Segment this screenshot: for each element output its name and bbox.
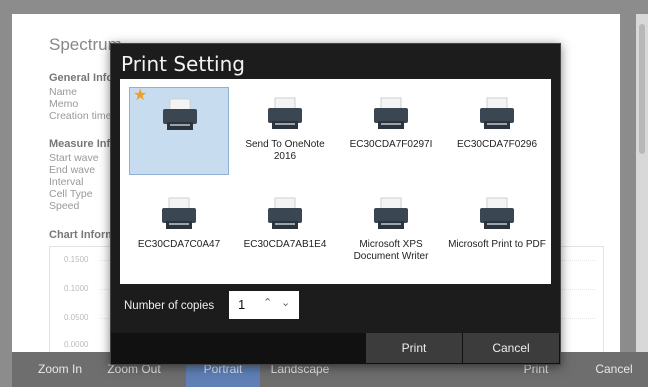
- printer-tile-ec30-0297[interactable]: EC30CDA7F0297I: [341, 87, 441, 175]
- chevron-down-icon[interactable]: ⌄: [281, 296, 290, 309]
- printer-tile-ec30-ab1e4[interactable]: EC30CDA7AB1E4: [235, 187, 335, 275]
- general-label-memo: Memo: [49, 98, 79, 110]
- chart-tick: 0.1000: [64, 284, 89, 293]
- scroll-thumb[interactable]: [639, 24, 645, 154]
- printer-icon: [268, 197, 302, 229]
- printer-icon: [374, 97, 408, 129]
- printer-icon: [162, 197, 196, 229]
- printer-tile-ec30-c0a47[interactable]: EC30CDA7C0A47: [129, 187, 229, 275]
- printer-name: EC30CDA7F0297I: [349, 139, 433, 150]
- print-button[interactable]: Print: [366, 333, 462, 363]
- printer-icon: [268, 97, 302, 129]
- dialog-title: Print Setting: [121, 52, 245, 76]
- general-label-name: Name: [49, 86, 78, 98]
- chart-tick: 0.0500: [64, 313, 89, 322]
- printer-name: EC30CDA7F0296: [456, 139, 538, 150]
- printer-tile-xps[interactable]: Microsoft XPS Document Writer: [341, 187, 441, 275]
- measure-label-end: End wave: [49, 164, 96, 176]
- printer-name: EC30CDA7AB1E4: [243, 239, 327, 250]
- star-icon: ★: [133, 87, 148, 104]
- measure-label-speed: Speed: [49, 200, 80, 212]
- measure-label-cell: Cell Type: [49, 188, 93, 200]
- printer-name: Microsoft Print to PDF: [448, 239, 546, 250]
- general-label-creation: Creation time: [49, 110, 112, 122]
- printer-list: ★ Send To OneNote 2016 EC30CDA7F0297I EC…: [120, 79, 551, 284]
- chevron-up-icon[interactable]: ⌃: [263, 296, 272, 309]
- toolbar-cancel-button[interactable]: Cancel: [580, 352, 648, 387]
- vertical-scrollbar[interactable]: [636, 14, 648, 354]
- printer-name: Send To OneNote 2016: [245, 139, 325, 162]
- measure-info-heading: Measure Info: [49, 138, 117, 150]
- copies-label: Number of copies: [124, 300, 215, 312]
- print-setting-dialog: Print Setting ★ Send To OneNote 2016 EC3…: [110, 43, 561, 365]
- printer-tile-ec30-0296[interactable]: EC30CDA7F0296: [447, 87, 547, 175]
- chart-tick: 0.1500: [64, 255, 89, 264]
- cancel-button[interactable]: Cancel: [463, 333, 559, 363]
- printer-name: EC30CDA7C0A47: [137, 239, 221, 250]
- printer-icon: [163, 98, 197, 130]
- printer-icon: [374, 197, 408, 229]
- printer-tile-default[interactable]: ★: [129, 87, 229, 175]
- printer-icon: [480, 197, 514, 229]
- copies-stepper[interactable]: 1 ⌃ ⌄: [229, 291, 299, 319]
- chart-tick: 0.0000: [64, 340, 89, 349]
- zoom-in-button[interactable]: Zoom In: [26, 352, 94, 387]
- printer-tile-pdf[interactable]: Microsoft Print to PDF: [447, 187, 547, 275]
- copies-value[interactable]: 1: [238, 297, 245, 312]
- printer-tile-onenote[interactable]: Send To OneNote 2016: [235, 87, 335, 175]
- measure-label-interval: Interval: [49, 176, 84, 188]
- measure-label-start: Start wave: [49, 152, 99, 164]
- general-info-heading: General Info: [49, 72, 114, 84]
- printer-name: Microsoft XPS Document Writer: [353, 239, 429, 262]
- printer-icon: [480, 97, 514, 129]
